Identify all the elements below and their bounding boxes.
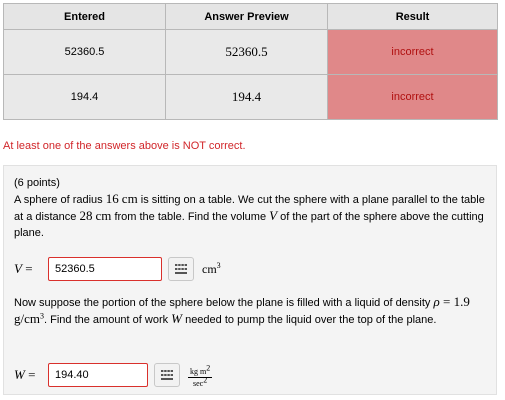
unit-fraction: kg m2 sec2 bbox=[188, 362, 213, 388]
distance-value: 28 bbox=[79, 208, 93, 223]
unit-numerator: kg m2 bbox=[188, 362, 213, 378]
problem-statement-1: A sphere of radius 16 cm is sitting on a… bbox=[14, 191, 494, 241]
header-answer-preview: Answer Preview bbox=[165, 3, 328, 30]
results-table: Entered Answer Preview Result 52360.5 52… bbox=[3, 3, 498, 120]
header-entered: Entered bbox=[3, 3, 166, 30]
unit-cm: cm bbox=[95, 208, 112, 223]
grid-icon bbox=[161, 370, 173, 380]
grid-icon bbox=[175, 264, 187, 274]
text-part: from the table. Find the volume bbox=[111, 211, 270, 223]
equation-editor-button[interactable] bbox=[154, 363, 180, 387]
preview-cell: 52360.5 bbox=[165, 29, 328, 75]
variable-w: W bbox=[171, 311, 183, 326]
radius-value: 16 bbox=[105, 191, 119, 206]
text-part: . Find the amount of work bbox=[44, 314, 172, 326]
problem-statement-2: Now suppose the portion of the sphere be… bbox=[14, 294, 470, 326]
volume-answer-input[interactable] bbox=[48, 257, 162, 281]
unit-denominator: sec2 bbox=[193, 374, 208, 388]
answer-label-v: V = bbox=[14, 261, 33, 276]
equation-editor-button[interactable] bbox=[168, 257, 194, 281]
answer-row-work: W = kg m2 sec2 bbox=[14, 362, 213, 388]
volume-unit: cm3 bbox=[202, 260, 221, 276]
text-part: needed to pump the liquid over the top o… bbox=[182, 314, 437, 326]
answer-label-w: W = bbox=[14, 367, 36, 382]
work-unit: kg m2 sec2 bbox=[188, 362, 213, 388]
entered-cell: 194.4 bbox=[3, 74, 166, 120]
result-cell: incorrect bbox=[327, 74, 498, 120]
text-part: A sphere of radius bbox=[14, 194, 106, 206]
problem-panel: (6 points) A sphere of radius 16 cm is s… bbox=[3, 165, 497, 395]
entered-cell: 52360.5 bbox=[3, 29, 166, 75]
result-cell: incorrect bbox=[327, 29, 498, 75]
table-row: 52360.5 52360.5 incorrect bbox=[3, 29, 498, 75]
work-answer-input[interactable] bbox=[48, 363, 148, 387]
answer-row-volume: V = cm3 bbox=[14, 256, 221, 282]
warning-message: At least one of the answers above is NOT… bbox=[3, 140, 246, 152]
unit-cm: cm bbox=[121, 191, 138, 206]
text-part: Now suppose the portion of the sphere be… bbox=[14, 297, 434, 309]
table-row: 194.4 194.4 incorrect bbox=[3, 74, 498, 120]
variable-v: V bbox=[269, 208, 278, 223]
preview-cell: 194.4 bbox=[165, 74, 328, 120]
header-result: Result bbox=[327, 3, 498, 30]
results-header-row: Entered Answer Preview Result bbox=[3, 3, 498, 30]
problem-points: (6 points) bbox=[14, 177, 60, 189]
